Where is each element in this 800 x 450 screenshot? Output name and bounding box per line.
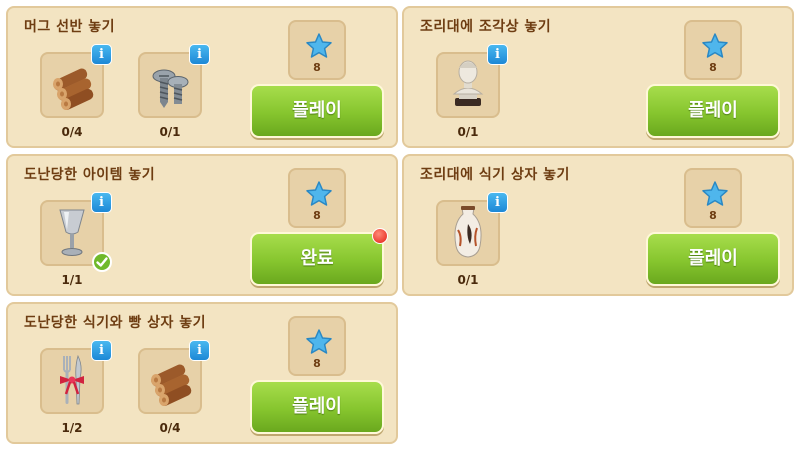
reward-value: 8 <box>709 61 717 74</box>
check-icon <box>92 252 112 272</box>
quest-item-slot[interactable]: i <box>40 44 112 118</box>
quest-item-slot[interactable]: i <box>138 44 210 118</box>
reward-value: 8 <box>313 61 321 74</box>
quest-card-dish-box: 조리대에 식기 상자 놓기 i 0/1 8 플레이 <box>402 154 794 296</box>
quest-title: 조리대에 식기 상자 놓기 <box>420 167 570 183</box>
quest-title: 머그 선반 놓기 <box>24 19 116 35</box>
quest-item-slot[interactable]: i <box>436 192 508 266</box>
quest-card-mug-shelf: 머그 선반 놓기 i 0/4 i 0/1 8 플레이 <box>6 6 398 148</box>
complete-button[interactable]: 완료 <box>250 228 388 286</box>
quest-card-stolen-item: 도난당한 아이템 놓기 i 1/1 8 완료 <box>6 154 398 296</box>
reward-value: 8 <box>313 357 321 370</box>
reward-badge: 8 <box>684 168 742 228</box>
complete-button-label: 완료 <box>300 248 334 269</box>
quest-item-slot[interactable]: i <box>40 340 112 414</box>
item-count: 0/1 <box>457 125 479 139</box>
blue-star-icon <box>702 33 728 58</box>
quest-item-slot[interactable]: i <box>138 340 210 414</box>
quest-title: 조리대에 조각상 놓기 <box>420 19 552 35</box>
blue-star-icon <box>306 33 332 58</box>
item-count: 1/2 <box>61 421 83 435</box>
info-icon[interactable]: i <box>91 44 112 65</box>
blue-star-icon <box>306 329 332 354</box>
play-button[interactable]: 플레이 <box>646 84 780 138</box>
reward-badge: 8 <box>684 20 742 80</box>
reward-badge: 8 <box>288 316 346 376</box>
blue-star-icon <box>702 181 728 206</box>
info-icon[interactable]: i <box>189 44 210 65</box>
info-icon[interactable]: i <box>91 192 112 213</box>
play-button[interactable]: 플레이 <box>646 232 780 286</box>
item-count: 0/1 <box>159 125 181 139</box>
info-icon[interactable]: i <box>91 340 112 361</box>
quest-item-slot[interactable]: i <box>436 44 508 118</box>
play-button[interactable]: 플레이 <box>250 84 384 138</box>
quest-card-cutlery-bread-box: 도난당한 식기와 빵 상자 놓기 i 1/2 i 0/4 8 플레이 <box>6 302 398 444</box>
info-icon[interactable]: i <box>189 340 210 361</box>
notification-dot-icon <box>372 228 388 244</box>
item-count: 0/4 <box>159 421 181 435</box>
reward-value: 8 <box>313 209 321 222</box>
reward-value: 8 <box>709 209 717 222</box>
item-count: 1/1 <box>61 273 83 287</box>
item-count: 0/4 <box>61 125 83 139</box>
blue-star-icon <box>306 181 332 206</box>
quest-item-slot[interactable]: i <box>40 192 112 272</box>
reward-badge: 8 <box>288 168 346 228</box>
quest-title: 도난당한 식기와 빵 상자 놓기 <box>24 315 207 331</box>
info-icon[interactable]: i <box>487 44 508 65</box>
info-icon[interactable]: i <box>487 192 508 213</box>
quest-card-statue: 조리대에 조각상 놓기 i 0/1 8 플레이 <box>402 6 794 148</box>
quest-title: 도난당한 아이템 놓기 <box>24 167 156 183</box>
play-button[interactable]: 플레이 <box>250 380 384 434</box>
item-count: 0/1 <box>457 273 479 287</box>
reward-badge: 8 <box>288 20 346 80</box>
